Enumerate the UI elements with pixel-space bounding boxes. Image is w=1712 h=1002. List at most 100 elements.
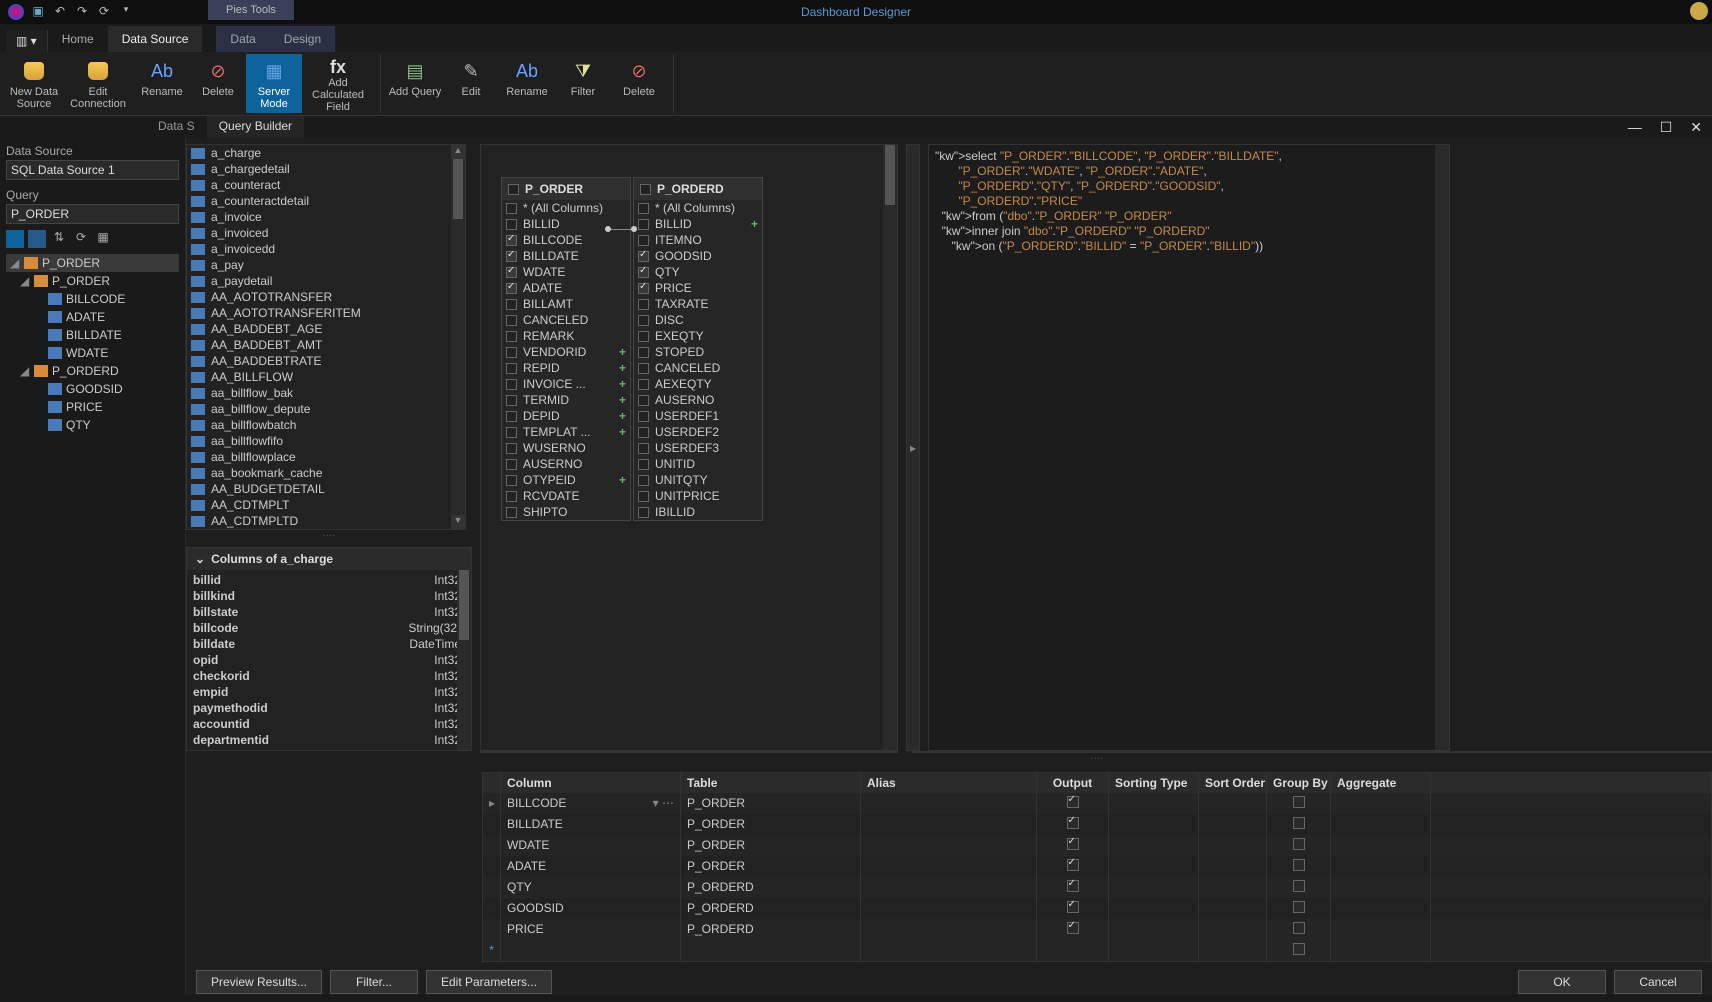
doc-tab-data-s[interactable]: Data S bbox=[146, 116, 207, 138]
field[interactable]: PRICE bbox=[634, 280, 762, 296]
grid-row[interactable]: WDATEP_ORDER bbox=[483, 835, 1711, 856]
preview-results-button[interactable]: Preview Results... bbox=[196, 970, 322, 994]
tool-sort-icon[interactable]: ⇅ bbox=[50, 230, 68, 248]
field[interactable]: QTY bbox=[634, 264, 762, 280]
column-row[interactable]: billkindInt32 bbox=[191, 588, 467, 604]
tree-table-1[interactable]: ◢P_ORDER bbox=[6, 272, 179, 290]
tree-field[interactable]: BILLCODE bbox=[6, 290, 179, 308]
checkbox-icon[interactable] bbox=[638, 411, 649, 422]
table-row[interactable]: aa_bookmark_cache bbox=[187, 465, 465, 481]
table-row[interactable]: AA_BADDEBT_AGE bbox=[187, 321, 465, 337]
column-row[interactable]: shopidInt32 bbox=[191, 748, 467, 750]
plus-icon[interactable]: + bbox=[619, 409, 626, 423]
tab-home[interactable]: Home bbox=[48, 26, 108, 52]
col-output[interactable]: Output bbox=[1037, 773, 1109, 793]
table-row[interactable]: a_chargedetail bbox=[187, 161, 465, 177]
user-avatar-icon[interactable] bbox=[1690, 2, 1708, 20]
grid-row[interactable]: ▸BILLCODE ▾ ⋯P_ORDER bbox=[483, 793, 1711, 814]
ds-combo[interactable] bbox=[6, 160, 179, 180]
column-row[interactable]: checkoridInt32 bbox=[191, 668, 467, 684]
new-data-source-button[interactable]: New Data Source bbox=[6, 54, 62, 113]
file-menu[interactable]: ▥ ▾ bbox=[6, 30, 48, 52]
field[interactable]: USERDEF3 bbox=[634, 440, 762, 456]
tables-list[interactable]: a_chargea_chargedetaila_counteracta_coun… bbox=[187, 145, 465, 529]
qat-redo-icon[interactable]: ↷ bbox=[74, 4, 90, 20]
field[interactable]: INVOICE ...+ bbox=[502, 376, 630, 392]
output-checkbox[interactable] bbox=[1067, 901, 1079, 913]
tree-root[interactable]: ◢P_ORDER bbox=[6, 254, 179, 272]
field[interactable]: CANCELED bbox=[502, 312, 630, 328]
field[interactable]: BILLCODE bbox=[502, 232, 630, 248]
column-row[interactable]: billstateInt32 bbox=[191, 604, 467, 620]
tab-design[interactable]: Design bbox=[270, 26, 335, 52]
query-combo[interactable] bbox=[6, 204, 179, 224]
plus-icon[interactable]: + bbox=[619, 377, 626, 391]
table-row[interactable]: a_paydetail bbox=[187, 273, 465, 289]
groupby-checkbox[interactable] bbox=[1293, 838, 1305, 850]
tool-1[interactable] bbox=[6, 230, 24, 248]
close-icon[interactable]: ✕ bbox=[1690, 119, 1702, 136]
field[interactable]: VENDORID+ bbox=[502, 344, 630, 360]
field[interactable]: EXEQTY bbox=[634, 328, 762, 344]
field[interactable]: WUSERNO bbox=[502, 440, 630, 456]
field[interactable]: AUSERNO bbox=[502, 456, 630, 472]
qat-save-icon[interactable]: ▣ bbox=[30, 4, 46, 20]
splitter-expand[interactable]: ▸ bbox=[906, 144, 920, 751]
column-row[interactable]: empidInt32 bbox=[191, 684, 467, 700]
design-surface[interactable]: P_ORDER * (All Columns)BILLIDBILLCODEBIL… bbox=[480, 144, 898, 751]
grid-row[interactable]: QTYP_ORDERD bbox=[483, 877, 1711, 898]
join-endpoint[interactable] bbox=[605, 226, 611, 232]
plus-icon[interactable]: + bbox=[619, 345, 626, 359]
tree-field[interactable]: BILLDATE bbox=[6, 326, 179, 344]
tree-field[interactable]: QTY bbox=[6, 416, 179, 434]
checkbox-icon[interactable] bbox=[506, 379, 517, 390]
field[interactable]: AUSERNO bbox=[634, 392, 762, 408]
checkbox-icon[interactable] bbox=[506, 299, 517, 310]
column-row[interactable]: billdateDateTime bbox=[191, 636, 467, 652]
chevron-down-icon[interactable]: ⌄ bbox=[195, 552, 205, 566]
field[interactable]: UNITQTY bbox=[634, 472, 762, 488]
surface-scrollbar-v[interactable] bbox=[883, 145, 897, 750]
table-row[interactable]: aa_billflowplace bbox=[187, 449, 465, 465]
groupby-checkbox[interactable] bbox=[1293, 922, 1305, 934]
join-endpoint[interactable] bbox=[631, 226, 637, 232]
plus-icon[interactable]: + bbox=[619, 473, 626, 487]
checkbox-icon[interactable] bbox=[506, 267, 517, 278]
maximize-icon[interactable]: ☐ bbox=[1660, 119, 1673, 136]
output-checkbox[interactable] bbox=[1067, 880, 1079, 892]
col-aggregate[interactable]: Aggregate bbox=[1331, 773, 1431, 793]
field[interactable]: TEMPLAT ...+ bbox=[502, 424, 630, 440]
grid-new-row[interactable]: * bbox=[483, 940, 1711, 961]
col-sorting-type[interactable]: Sorting Type bbox=[1109, 773, 1199, 793]
table-row[interactable]: AA_BILLFLOW bbox=[187, 369, 465, 385]
checkbox-icon[interactable] bbox=[638, 427, 649, 438]
column-row[interactable]: opidInt32 bbox=[191, 652, 467, 668]
table-row[interactable]: aa_billflow_depute bbox=[187, 401, 465, 417]
rename-button[interactable]: AbRename bbox=[134, 54, 190, 113]
table-row[interactable]: AA_BUDGETDETAIL bbox=[187, 481, 465, 497]
groupby-checkbox[interactable] bbox=[1293, 901, 1305, 913]
checkbox-icon[interactable] bbox=[506, 347, 517, 358]
groupby-checkbox[interactable] bbox=[1293, 796, 1305, 808]
groupby-checkbox[interactable] bbox=[1293, 817, 1305, 829]
column-row[interactable]: departmentidInt32 bbox=[191, 732, 467, 748]
field[interactable]: REMARK bbox=[502, 328, 630, 344]
checkbox-icon[interactable] bbox=[638, 363, 649, 374]
field[interactable]: DISC bbox=[634, 312, 762, 328]
field[interactable]: AEXEQTY bbox=[634, 376, 762, 392]
table-row[interactable]: aa_billflow_bak bbox=[187, 385, 465, 401]
tool-grid-icon[interactable]: ▦ bbox=[94, 230, 112, 248]
checkbox-icon[interactable] bbox=[506, 475, 517, 486]
table-row[interactable]: a_charge bbox=[187, 145, 465, 161]
field[interactable]: STOPED bbox=[634, 344, 762, 360]
field[interactable]: WDATE bbox=[502, 264, 630, 280]
groupby-checkbox[interactable] bbox=[1293, 859, 1305, 871]
col-group-by[interactable]: Group By bbox=[1267, 773, 1331, 793]
tree-field[interactable]: ADATE bbox=[6, 308, 179, 326]
filter-button[interactable]: ⧩Filter bbox=[555, 54, 611, 113]
rename-query-button[interactable]: AbRename bbox=[499, 54, 555, 113]
qat-refresh-icon[interactable]: ⟳ bbox=[96, 4, 112, 20]
colof-scrollbar[interactable] bbox=[457, 570, 471, 750]
column-row[interactable]: paymethodidInt32 bbox=[191, 700, 467, 716]
field[interactable]: BILLDATE bbox=[502, 248, 630, 264]
